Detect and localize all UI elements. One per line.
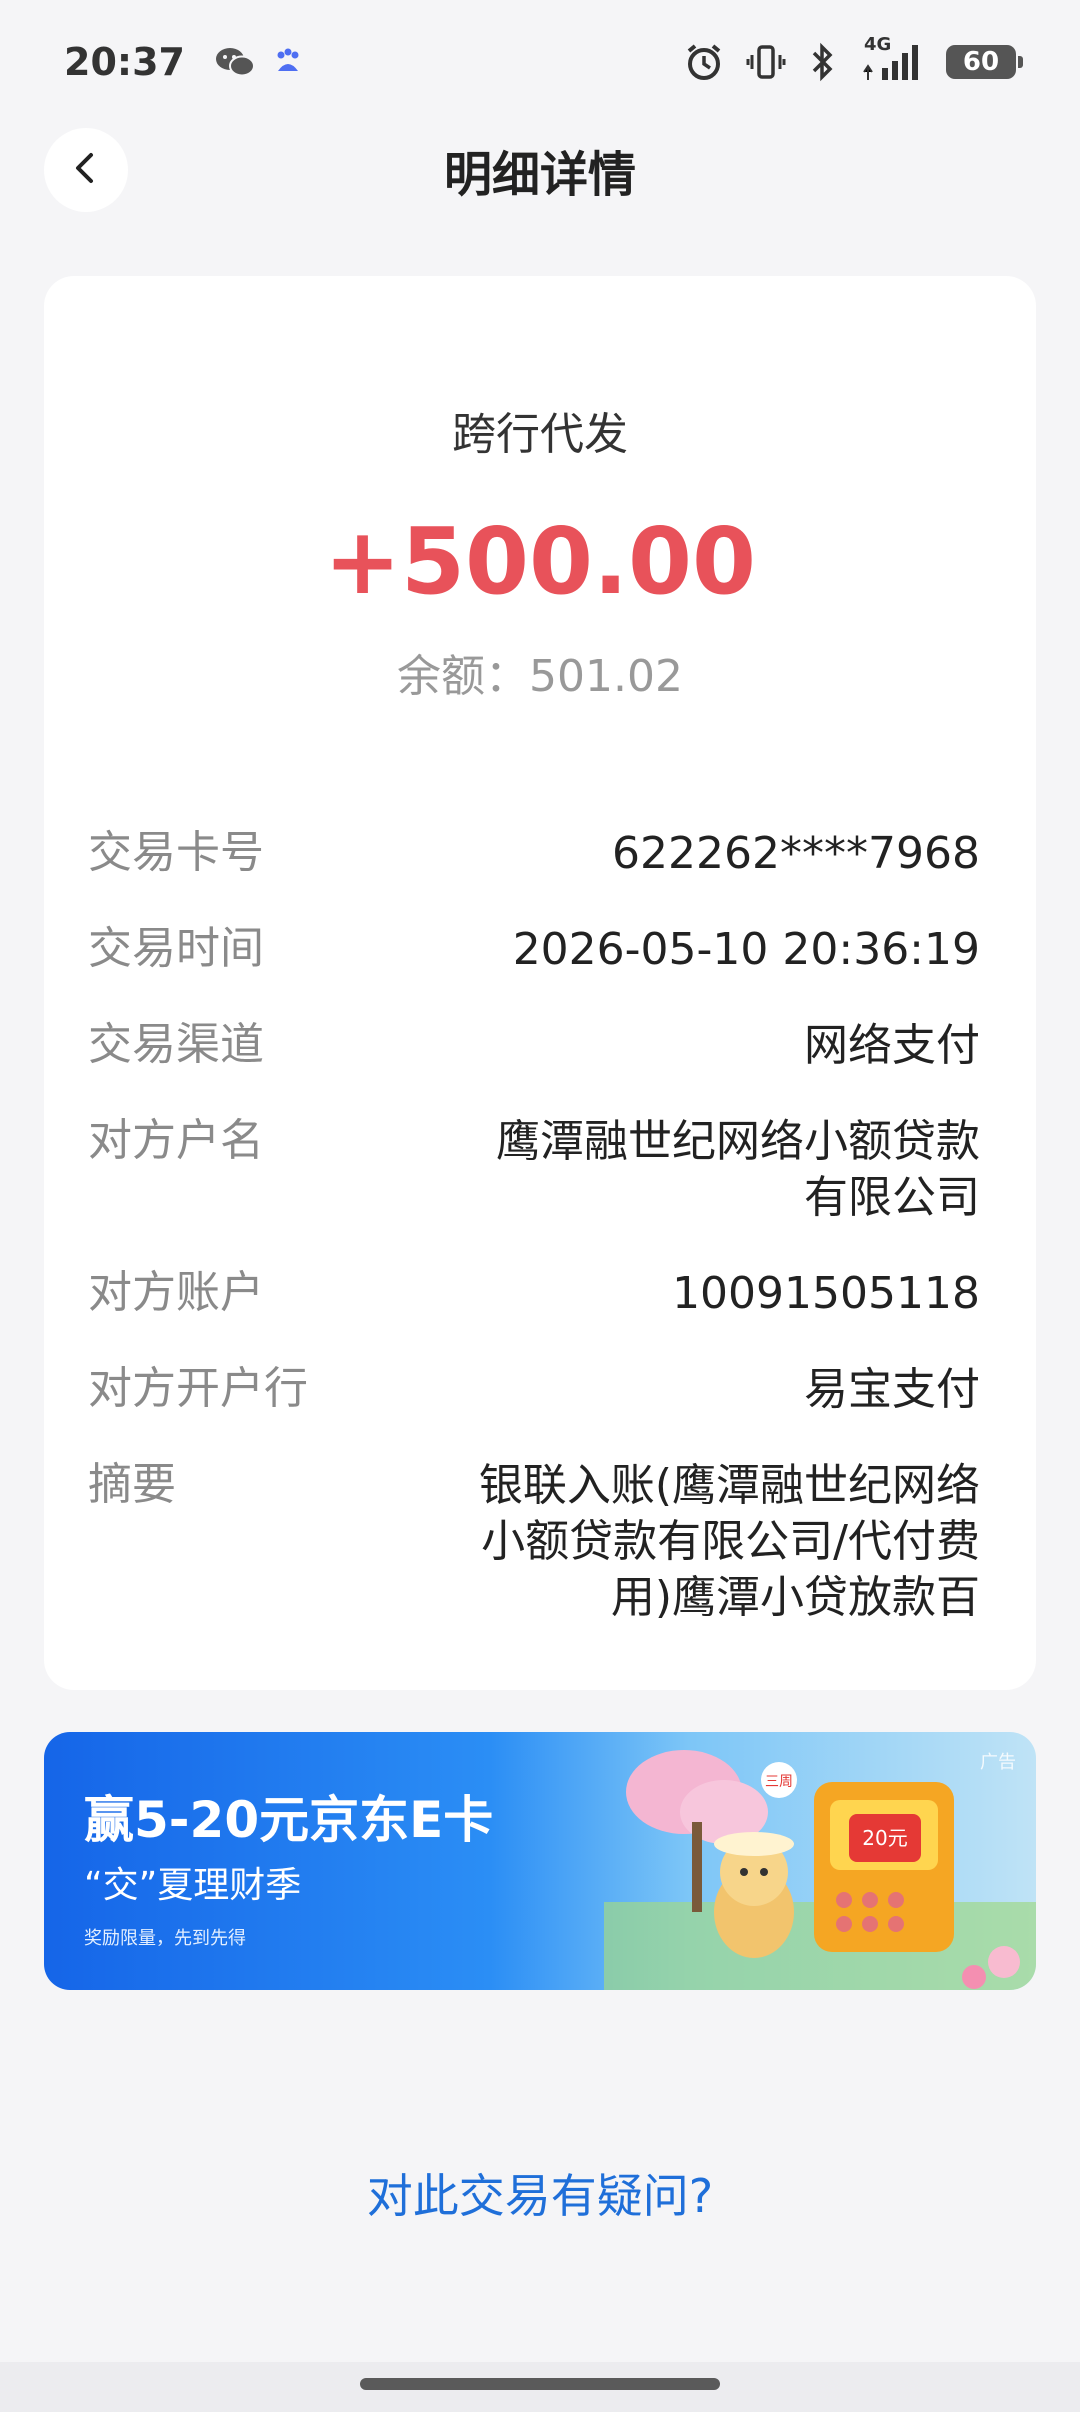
alarm-icon (684, 42, 724, 82)
banner-illustration: 20元 三周 (604, 1750, 1036, 1990)
status-bar: 20:37 4G 60 (0, 0, 1080, 124)
detail-value: 鹰潭融世纪网络小额贷款有限公司 (496, 1116, 980, 1223)
detail-row-counterparty-bank: 对方开户行 易宝支付 (88, 1362, 980, 1418)
nav-bar: 明细详情 (0, 124, 1080, 216)
status-time: 20:37 (64, 40, 185, 84)
transaction-card: 跨行代发 +500.00 余额：501.02 交易卡号 622262****79… (44, 276, 1036, 1690)
detail-list: 交易卡号 622262****7968 交易时间 2026-05-10 20:3… (88, 826, 980, 1666)
detail-label: 摘要 (88, 1459, 176, 1510)
detail-row-summary: 摘要 银联入账(鹰潭融世纪网络小额贷款有限公司/代付费用)鹰潭小贷放款百 (88, 1458, 980, 1626)
battery-level: 60 (962, 47, 1000, 77)
detail-row-channel: 交易渠道 网络支付 (88, 1018, 980, 1074)
detail-label: 交易时间 (88, 923, 264, 974)
status-left-icons (215, 45, 303, 79)
network-label: 4G (864, 34, 892, 55)
detail-row-counterparty-name: 对方户名 鹰潭融世纪网络小额贷款有限公司 (88, 1114, 980, 1226)
detail-row-time: 交易时间 2026-05-10 20:36:19 (88, 922, 980, 978)
vibrate-icon (746, 42, 786, 82)
wechat-icon (215, 45, 255, 79)
chevron-left-icon (66, 148, 106, 192)
signal-icon: 4G (858, 34, 924, 82)
battery-icon: 60 (946, 45, 1023, 79)
bluetooth-icon (808, 42, 836, 82)
sticker-text: 三周 (765, 1774, 793, 1790)
promo-banner[interactable]: 赢5-20元京东E卡 “交”夏理财季 奖励限量，先到先得 广告 20元 三周 (44, 1732, 1036, 1990)
detail-label: 对方账户 (88, 1267, 264, 1318)
banner-note: 奖励限量，先到先得 (84, 1928, 246, 1949)
detail-value: 10091505118 (672, 1268, 980, 1319)
banner-title: 赢5-20元京东E卡 (84, 1791, 494, 1849)
baidu-icon (273, 47, 303, 77)
back-button[interactable] (44, 128, 128, 212)
detail-row-counterparty-account: 对方账户 10091505118 (88, 1266, 980, 1322)
status-right-icons: 4G 60 (684, 34, 1023, 82)
detail-value: 易宝支付 (804, 1364, 980, 1415)
detail-value: 银联入账(鹰潭融世纪网络小额贷款有限公司/代付费用)鹰潭小贷放款百 (478, 1460, 980, 1623)
banner-subtitle: “交”夏理财季 (84, 1865, 302, 1906)
detail-label: 交易渠道 (88, 1019, 264, 1070)
coupon-text: 20元 (862, 1826, 907, 1850)
transaction-type: 跨行代发 (452, 409, 628, 460)
detail-label: 对方户名 (88, 1115, 264, 1166)
detail-value: 网络支付 (804, 1020, 980, 1071)
page-title: 明细详情 (443, 147, 636, 203)
home-indicator[interactable] (360, 2378, 720, 2390)
detail-value: 2026-05-10 20:36:19 (512, 924, 980, 975)
transaction-amount: +500.00 (323, 508, 757, 615)
detail-row-card-number: 交易卡号 622262****7968 (88, 826, 980, 882)
transaction-question-link[interactable]: 对此交易有疑问? (0, 2160, 1080, 2226)
balance-text: 余额：501.02 (397, 651, 683, 702)
detail-value: 622262****7968 (612, 828, 980, 879)
detail-label: 交易卡号 (88, 827, 264, 878)
detail-label: 对方开户行 (88, 1363, 308, 1414)
